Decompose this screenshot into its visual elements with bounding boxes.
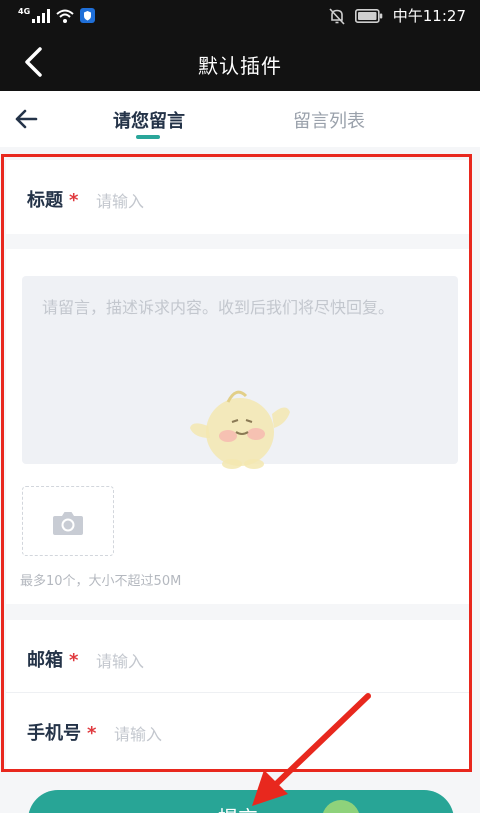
active-tab-indicator: [136, 135, 160, 139]
submit-label: 提交: [218, 802, 258, 813]
title-bar: 默认插件: [0, 34, 480, 91]
camera-icon: [53, 512, 83, 535]
tab-bar: 请您留言 留言列表: [0, 91, 480, 147]
mascot-watermark-icon: [190, 390, 290, 469]
phone-input[interactable]: 请输入: [114, 721, 162, 745]
back-arrow-icon[interactable]: [13, 107, 39, 131]
required-mark: *: [69, 650, 79, 671]
contact-card: [6, 620, 470, 770]
required-mark: *: [69, 190, 79, 211]
message-placeholder: 请留言，描述诉求内容。收到后我们将尽快回复。: [42, 298, 395, 317]
network-type: 4G: [18, 7, 31, 16]
divider: [6, 692, 470, 693]
email-input[interactable]: 请输入: [96, 648, 144, 672]
email-field-label: 邮箱 *: [27, 650, 79, 671]
title-field-label: 标题 *: [27, 190, 79, 211]
required-mark: *: [87, 723, 97, 744]
battery-icon: [354, 9, 383, 23]
tab-message-list[interactable]: 留言列表: [293, 107, 365, 133]
signal-icon: [32, 8, 51, 23]
phone-field-label: 手机号 *: [27, 723, 97, 744]
clock: 中午11:27: [392, 7, 466, 25]
submit-button[interactable]: 提交: [28, 790, 454, 813]
page-title: 默认插件: [198, 54, 282, 78]
status-bar: 4G 中午11:27: [0, 0, 480, 34]
image-upload-button[interactable]: [22, 486, 114, 556]
upload-hint: 最多10个，大小不超过50M: [20, 574, 182, 589]
submit-decoration-icon: [322, 800, 360, 813]
mute-bell-icon: [329, 7, 345, 25]
shield-app-icon: [80, 8, 96, 23]
title-input[interactable]: 请输入: [96, 188, 144, 212]
tab-leave-message[interactable]: 请您留言: [113, 107, 185, 133]
wifi-icon: [56, 9, 74, 23]
